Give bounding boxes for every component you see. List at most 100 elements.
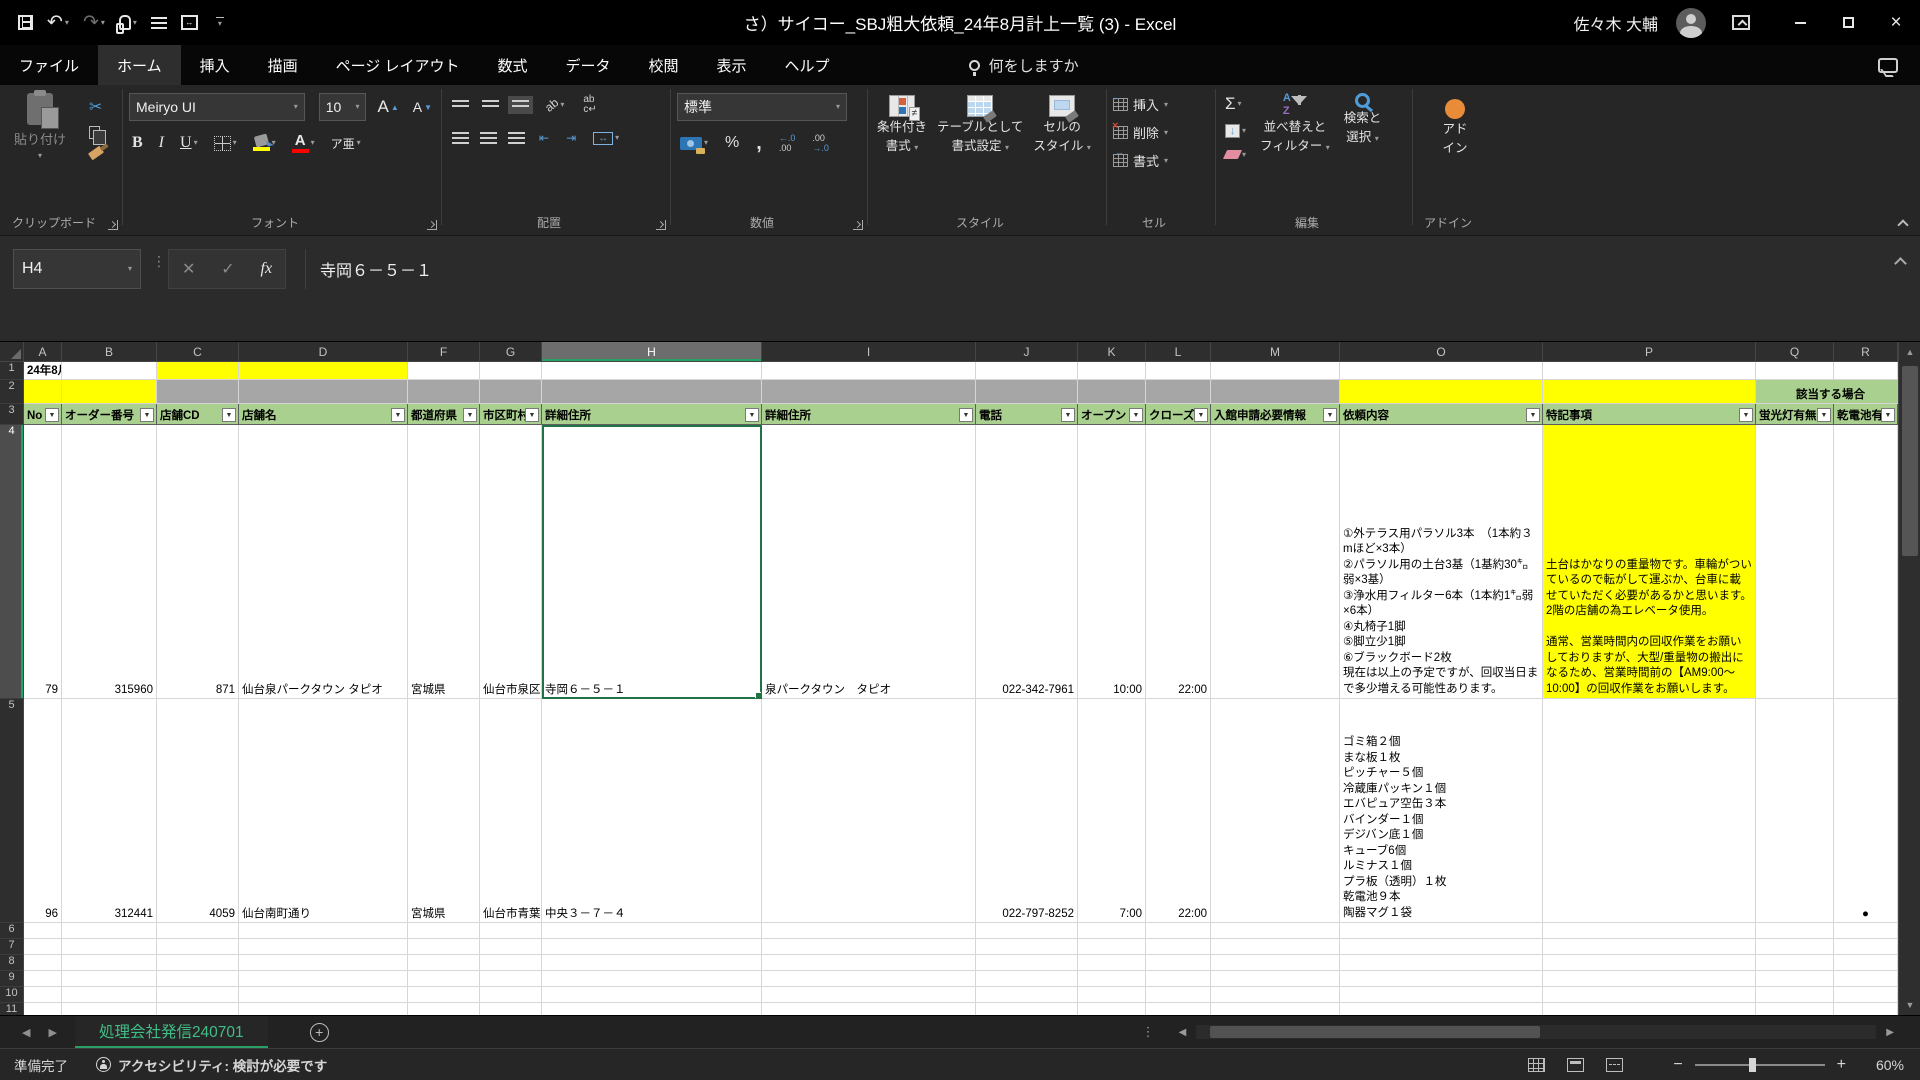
cell-R3[interactable]: 乾電池有無▼ (1834, 404, 1898, 425)
column-header-P[interactable]: P (1543, 342, 1756, 362)
select-all-corner[interactable] (0, 342, 24, 362)
prev-sheet-icon[interactable]: ◀ (22, 1026, 30, 1039)
cell-I5[interactable] (762, 699, 976, 923)
delete-cells-button[interactable]: 削除▾ (1113, 123, 1209, 142)
cell-G10[interactable] (480, 987, 542, 1003)
cell-Q3[interactable]: 蛍光灯有無▼ (1756, 404, 1834, 425)
tab-page-layout[interactable]: ページ レイアウト (317, 45, 479, 85)
zoom-level[interactable]: 60% (1858, 1057, 1904, 1073)
cell-F1[interactable] (408, 362, 480, 380)
cell-O7[interactable] (1340, 939, 1543, 955)
sheet-tab-active[interactable]: 処理会社発信240701 (75, 1016, 268, 1048)
cell-J11[interactable] (976, 1003, 1078, 1015)
row-header-1[interactable]: 1 (0, 362, 24, 380)
cell-O3[interactable]: 依頼内容▼ (1340, 404, 1543, 425)
cell-O11[interactable] (1340, 1003, 1543, 1015)
cell-J9[interactable] (976, 971, 1078, 987)
cell-C2[interactable] (157, 380, 239, 404)
cell-G1[interactable] (480, 362, 542, 380)
cell-B2[interactable] (62, 380, 157, 404)
column-header-D[interactable]: D (239, 342, 408, 362)
vertical-scroll-thumb[interactable] (1902, 366, 1918, 556)
addins-button[interactable]: アド イン (1419, 97, 1491, 158)
tab-file[interactable]: ファイル (0, 45, 98, 85)
cell-styles-button[interactable]: セルの スタイル ▾ (1030, 93, 1094, 156)
user-avatar[interactable] (1676, 8, 1706, 38)
cell-M9[interactable] (1211, 971, 1340, 987)
cell-F2[interactable] (408, 380, 480, 404)
cell-G3[interactable]: 市区町村▼ (480, 404, 542, 425)
cell-L5[interactable]: 22:00 (1146, 699, 1211, 923)
cell-A3[interactable]: No▼ (24, 404, 62, 425)
cell-C7[interactable] (157, 939, 239, 955)
cell-B10[interactable] (62, 987, 157, 1003)
cell-A8[interactable] (24, 955, 62, 971)
redo-button[interactable]: ↷▾ (83, 13, 105, 32)
filter-button[interactable]: ▼ (745, 408, 759, 422)
cell-B6[interactable] (62, 923, 157, 939)
cell-H3[interactable]: 詳細住所▼ (542, 404, 762, 425)
cell-O2[interactable] (1340, 380, 1543, 404)
borders-button[interactable]: ▾ (211, 134, 240, 153)
cell-P5[interactable] (1543, 699, 1756, 923)
cell-Q10[interactable] (1756, 987, 1834, 1003)
undo-button[interactable]: ↶▾ (47, 13, 69, 32)
cell-O1[interactable] (1340, 362, 1543, 380)
cell-A11[interactable] (24, 1003, 62, 1015)
row-header-10[interactable]: 10 (0, 987, 24, 1003)
cell-H2[interactable] (542, 380, 762, 404)
cell-L6[interactable] (1146, 923, 1211, 939)
zoom-slider-thumb[interactable] (1749, 1058, 1756, 1072)
cell-P11[interactable] (1543, 1003, 1756, 1015)
increase-decimal-button[interactable]: ←.0.00 (776, 131, 799, 156)
scrollbar-options-icon[interactable]: ⋮ (1142, 1029, 1155, 1036)
cell-M2[interactable] (1211, 380, 1340, 404)
number-format-select[interactable]: 標準▾ (677, 93, 847, 121)
filter-button[interactable]: ▼ (1323, 408, 1337, 422)
cell-A1[interactable]: 24年8月度_SBJ様粗大ごみ回収依頼 (24, 362, 62, 380)
align-middle-icon[interactable] (482, 100, 499, 110)
cell-C10[interactable] (157, 987, 239, 1003)
page-break-view-icon[interactable] (1606, 1058, 1623, 1072)
zoom-in-button[interactable]: + (1837, 1056, 1846, 1074)
row-header-7[interactable]: 7 (0, 939, 24, 955)
cell-M4[interactable] (1211, 425, 1340, 699)
cell-O9[interactable] (1340, 971, 1543, 987)
cell-C9[interactable] (157, 971, 239, 987)
merge-center-button[interactable]: ↔▾ (590, 130, 622, 147)
cell-Q11[interactable] (1756, 1003, 1834, 1015)
customize-qat-button[interactable]: ▾ (216, 17, 224, 28)
cell-P6[interactable] (1543, 923, 1756, 939)
cell-B4[interactable]: 315960 (62, 425, 157, 699)
cell-B5[interactable]: 312441 (62, 699, 157, 923)
cell-Q9[interactable] (1756, 971, 1834, 987)
cell-G8[interactable] (480, 955, 542, 971)
cell-H7[interactable] (542, 939, 762, 955)
cell-J4[interactable]: 022-342-7961 (976, 425, 1078, 699)
cell-D2[interactable] (239, 380, 408, 404)
cell-F10[interactable] (408, 987, 480, 1003)
cell-H10[interactable] (542, 987, 762, 1003)
fill-button[interactable]: ↓▾ (1222, 122, 1249, 140)
cell-Q2[interactable]: 該当する場合 (1756, 380, 1899, 404)
wrap-text-button[interactable]: abc↵ (580, 93, 599, 117)
cell-K11[interactable] (1078, 1003, 1146, 1015)
cell-A2[interactable] (24, 380, 62, 404)
align-left-icon[interactable] (452, 132, 469, 144)
horizontal-scroll-thumb[interactable] (1210, 1026, 1540, 1038)
cell-D5[interactable]: 仙台南町通り (239, 699, 408, 923)
sort-filter-button[interactable]: AZ 並べ替えと フィルター ▾ (1257, 91, 1333, 161)
cell-L1[interactable] (1146, 362, 1211, 380)
cell-Q6[interactable] (1756, 923, 1834, 939)
cell-H8[interactable] (542, 955, 762, 971)
cell-C5[interactable]: 4059 (157, 699, 239, 923)
cell-K7[interactable] (1078, 939, 1146, 955)
cell-I9[interactable] (762, 971, 976, 987)
cell-I4[interactable]: 泉パークタウン タピオ (762, 425, 976, 699)
paste-button[interactable]: 貼り付け ▾ (14, 93, 66, 160)
copy-button[interactable]: ▾ (86, 124, 109, 141)
cell-O6[interactable] (1340, 923, 1543, 939)
cell-K2[interactable] (1078, 380, 1146, 404)
filter-button[interactable]: ▼ (1739, 408, 1753, 422)
cell-R5[interactable]: ● (1834, 699, 1898, 923)
